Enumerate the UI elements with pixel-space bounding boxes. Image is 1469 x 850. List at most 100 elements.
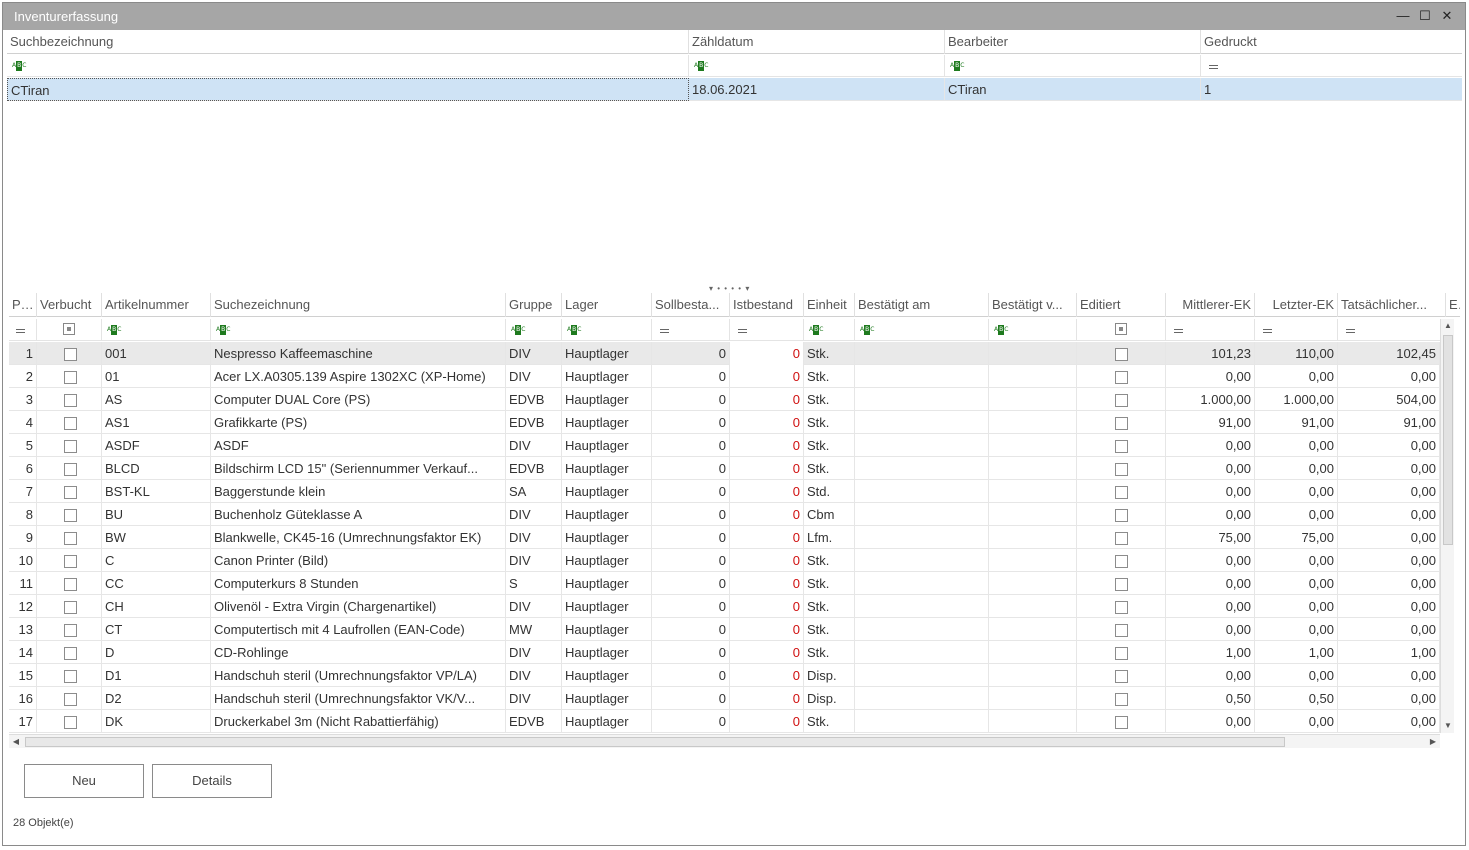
table-row[interactable]: 11 CC Computerkurs 8 Stunden S Hauptlager 0 0 S… [9, 572, 1440, 595]
splitter-handle[interactable]: ▾ • • • • ▾ [709, 284, 750, 293]
checkbox[interactable] [1115, 509, 1128, 522]
column-header-bestaetigt-am[interactable]: Bestätigt am [855, 293, 989, 317]
filter-cell-gedruckt[interactable] [1201, 55, 1462, 77]
checkbox[interactable] [64, 371, 77, 384]
filter-cell-lager[interactable]: ABC [562, 319, 652, 341]
vertical-scroll-thumb[interactable] [1443, 335, 1453, 545]
scroll-right-icon[interactable]: ▶ [1426, 735, 1440, 749]
column-header-pos[interactable]: Pos [9, 293, 37, 317]
checkbox[interactable] [64, 394, 77, 407]
cell-istbestand[interactable]: 0 [730, 457, 804, 480]
table-row[interactable]: 12 CH Olivenöl - Extra Virgin (Chargenarti… [9, 595, 1440, 618]
column-header-suchezeichnung[interactable]: Suchezeichnung [211, 293, 506, 317]
checkbox[interactable] [64, 624, 77, 637]
column-header-bestaetigt-von[interactable]: Bestätigt v... [989, 293, 1077, 317]
column-header-lager[interactable]: Lager [562, 293, 652, 317]
checkbox[interactable] [1115, 486, 1128, 499]
checkbox[interactable] [64, 578, 77, 591]
filter-cell-artikelnummer[interactable]: ABC [102, 319, 211, 341]
checkbox[interactable] [64, 555, 77, 568]
filter-cell-verbucht[interactable] [37, 319, 102, 341]
cell-istbestand[interactable]: 0 [730, 365, 804, 388]
table-row[interactable]: 4 AS1 Grafikkarte (PS) EDVB Hauptlager 0 0 Stk.… [9, 411, 1440, 434]
table-row[interactable]: 17 DK Druckerkabel 3m (Nicht Rabattierfähi… [9, 710, 1440, 733]
cell-istbestand[interactable]: 0 [730, 480, 804, 503]
cell-istbestand[interactable]: 0 [730, 664, 804, 687]
close-icon[interactable]: ✕ [1438, 7, 1456, 25]
vertical-scrollbar[interactable]: ▲ ▼ [1440, 319, 1454, 733]
checkbox[interactable] [1115, 348, 1128, 361]
filter-cell-gruppe[interactable]: ABC [506, 319, 562, 341]
checkbox[interactable] [1115, 463, 1128, 476]
table-row[interactable]: 1 001 Nespresso Kaffeemaschine DIV Hauptlage… [9, 342, 1440, 365]
table-row[interactable]: 14 D CD-Rohlinge DIV Hauptlager 0 0 Stk. 1,00 1,0… [9, 641, 1440, 664]
checkbox[interactable] [64, 647, 77, 660]
column-header-gedruckt[interactable]: Gedruckt [1201, 30, 1462, 54]
checkbox[interactable] [1115, 394, 1128, 407]
scroll-up-icon[interactable]: ▲ [1441, 319, 1455, 333]
column-header-verbucht[interactable]: Verbucht [37, 293, 102, 317]
cell-istbestand[interactable]: 0 [730, 411, 804, 434]
horizontal-scrollbar[interactable]: ◀ ▶ [9, 734, 1440, 748]
table-row[interactable]: 13 CT Computertisch mit 4 Laufrollen (EAN-… [9, 618, 1440, 641]
cell-istbestand[interactable]: 0 [730, 342, 804, 365]
column-header-sollbestand[interactable]: Sollbesta... [652, 293, 730, 317]
checkbox[interactable] [1115, 693, 1128, 706]
column-header-zaehldatum[interactable]: Zähldatum [689, 30, 945, 54]
cell-istbestand[interactable]: 0 [730, 526, 804, 549]
cell-istbestand[interactable]: 0 [730, 710, 804, 733]
filter-cell-bearbeiter[interactable]: ABC [945, 55, 1201, 77]
checkbox[interactable] [64, 601, 77, 614]
table-row[interactable]: 5 ASDF ASDF DIV Hauptlager 0 0 Stk. 0,00 0,00 0,00 [9, 434, 1440, 457]
column-header-artikelnummer[interactable]: Artikelnummer [102, 293, 211, 317]
column-header-tatsaechlicher-ek[interactable]: Tatsächlicher... [1338, 293, 1446, 317]
cell-istbestand[interactable]: 0 [730, 388, 804, 411]
checkbox[interactable] [1115, 417, 1128, 430]
table-row[interactable]: 7 BST-KL Baggerstunde klein SA Hauptlager 0 0 S… [9, 480, 1440, 503]
maximize-icon[interactable]: ☐ [1416, 7, 1434, 25]
filter-cell-istbestand[interactable] [730, 319, 804, 341]
filter-cell-editiert[interactable] [1077, 319, 1166, 341]
checkbox[interactable] [1115, 624, 1128, 637]
cell-istbestand[interactable]: 0 [730, 595, 804, 618]
column-header-suchbezeichnung[interactable]: Suchbezeichnung [7, 30, 689, 54]
checkbox[interactable] [1115, 601, 1128, 614]
checkbox[interactable] [64, 348, 77, 361]
filter-cell-zaehldatum[interactable]: ABC [689, 55, 945, 77]
details-button[interactable]: Details [152, 764, 272, 798]
scroll-down-icon[interactable]: ▼ [1441, 719, 1455, 733]
cell-istbestand[interactable]: 0 [730, 641, 804, 664]
neu-button[interactable]: Neu [24, 764, 144, 798]
checkbox[interactable] [64, 693, 77, 706]
checkbox[interactable] [64, 463, 77, 476]
filter-cell-letzter-ek[interactable] [1255, 319, 1338, 341]
column-header-einheit[interactable]: Einheit [804, 293, 855, 317]
checkbox[interactable] [1115, 716, 1128, 729]
cell-istbestand[interactable]: 0 [730, 687, 804, 710]
cell-istbestand[interactable]: 0 [730, 503, 804, 526]
table-row[interactable]: 8 BU Buchenholz Güteklasse A DIV Hauptlager 0… [9, 503, 1440, 526]
cell-istbestand[interactable]: 0 [730, 618, 804, 641]
checkbox[interactable] [64, 486, 77, 499]
checkbox[interactable] [1115, 578, 1128, 591]
table-row[interactable]: 2 01 Acer LX.A0305.139 Aspire 1302XC (XP-H… [9, 365, 1440, 388]
table-row[interactable]: 16 D2 Handschuh steril (Umrechnungsfaktor … [9, 687, 1440, 710]
filter-cell-einheit[interactable]: ABC [804, 319, 855, 341]
horizontal-scroll-thumb[interactable] [25, 737, 1285, 747]
table-row[interactable]: 9 BW Blankwelle, CK45-16 (Umrechnungsfakto… [9, 526, 1440, 549]
column-header-editiert[interactable]: Editiert [1077, 293, 1166, 317]
column-header-mittlerer-ek[interactable]: Mittlerer-EK [1166, 293, 1255, 317]
cell-istbestand[interactable]: 0 [730, 572, 804, 595]
checkbox[interactable] [1115, 371, 1128, 384]
checkbox[interactable] [64, 509, 77, 522]
table-row[interactable]: 10 C Canon Printer (Bild) DIV Hauptlager 0 0 St… [9, 549, 1440, 572]
filter-cell-suchbezeichnung[interactable]: ABC [7, 55, 689, 77]
column-header-istbestand[interactable]: Istbestand [730, 293, 804, 317]
table-row[interactable]: 15 D1 Handschuh steril (Umrechnungsfaktor … [9, 664, 1440, 687]
filter-cell-suchezeichnung[interactable]: ABC [211, 319, 506, 341]
scroll-left-icon[interactable]: ◀ [9, 735, 23, 749]
cell-istbestand[interactable]: 0 [730, 434, 804, 457]
filter-cell-mittlerer-ek[interactable] [1166, 319, 1255, 341]
filter-cell-tatsaechlicher-ek[interactable] [1338, 319, 1440, 341]
checkbox[interactable] [1115, 440, 1128, 453]
